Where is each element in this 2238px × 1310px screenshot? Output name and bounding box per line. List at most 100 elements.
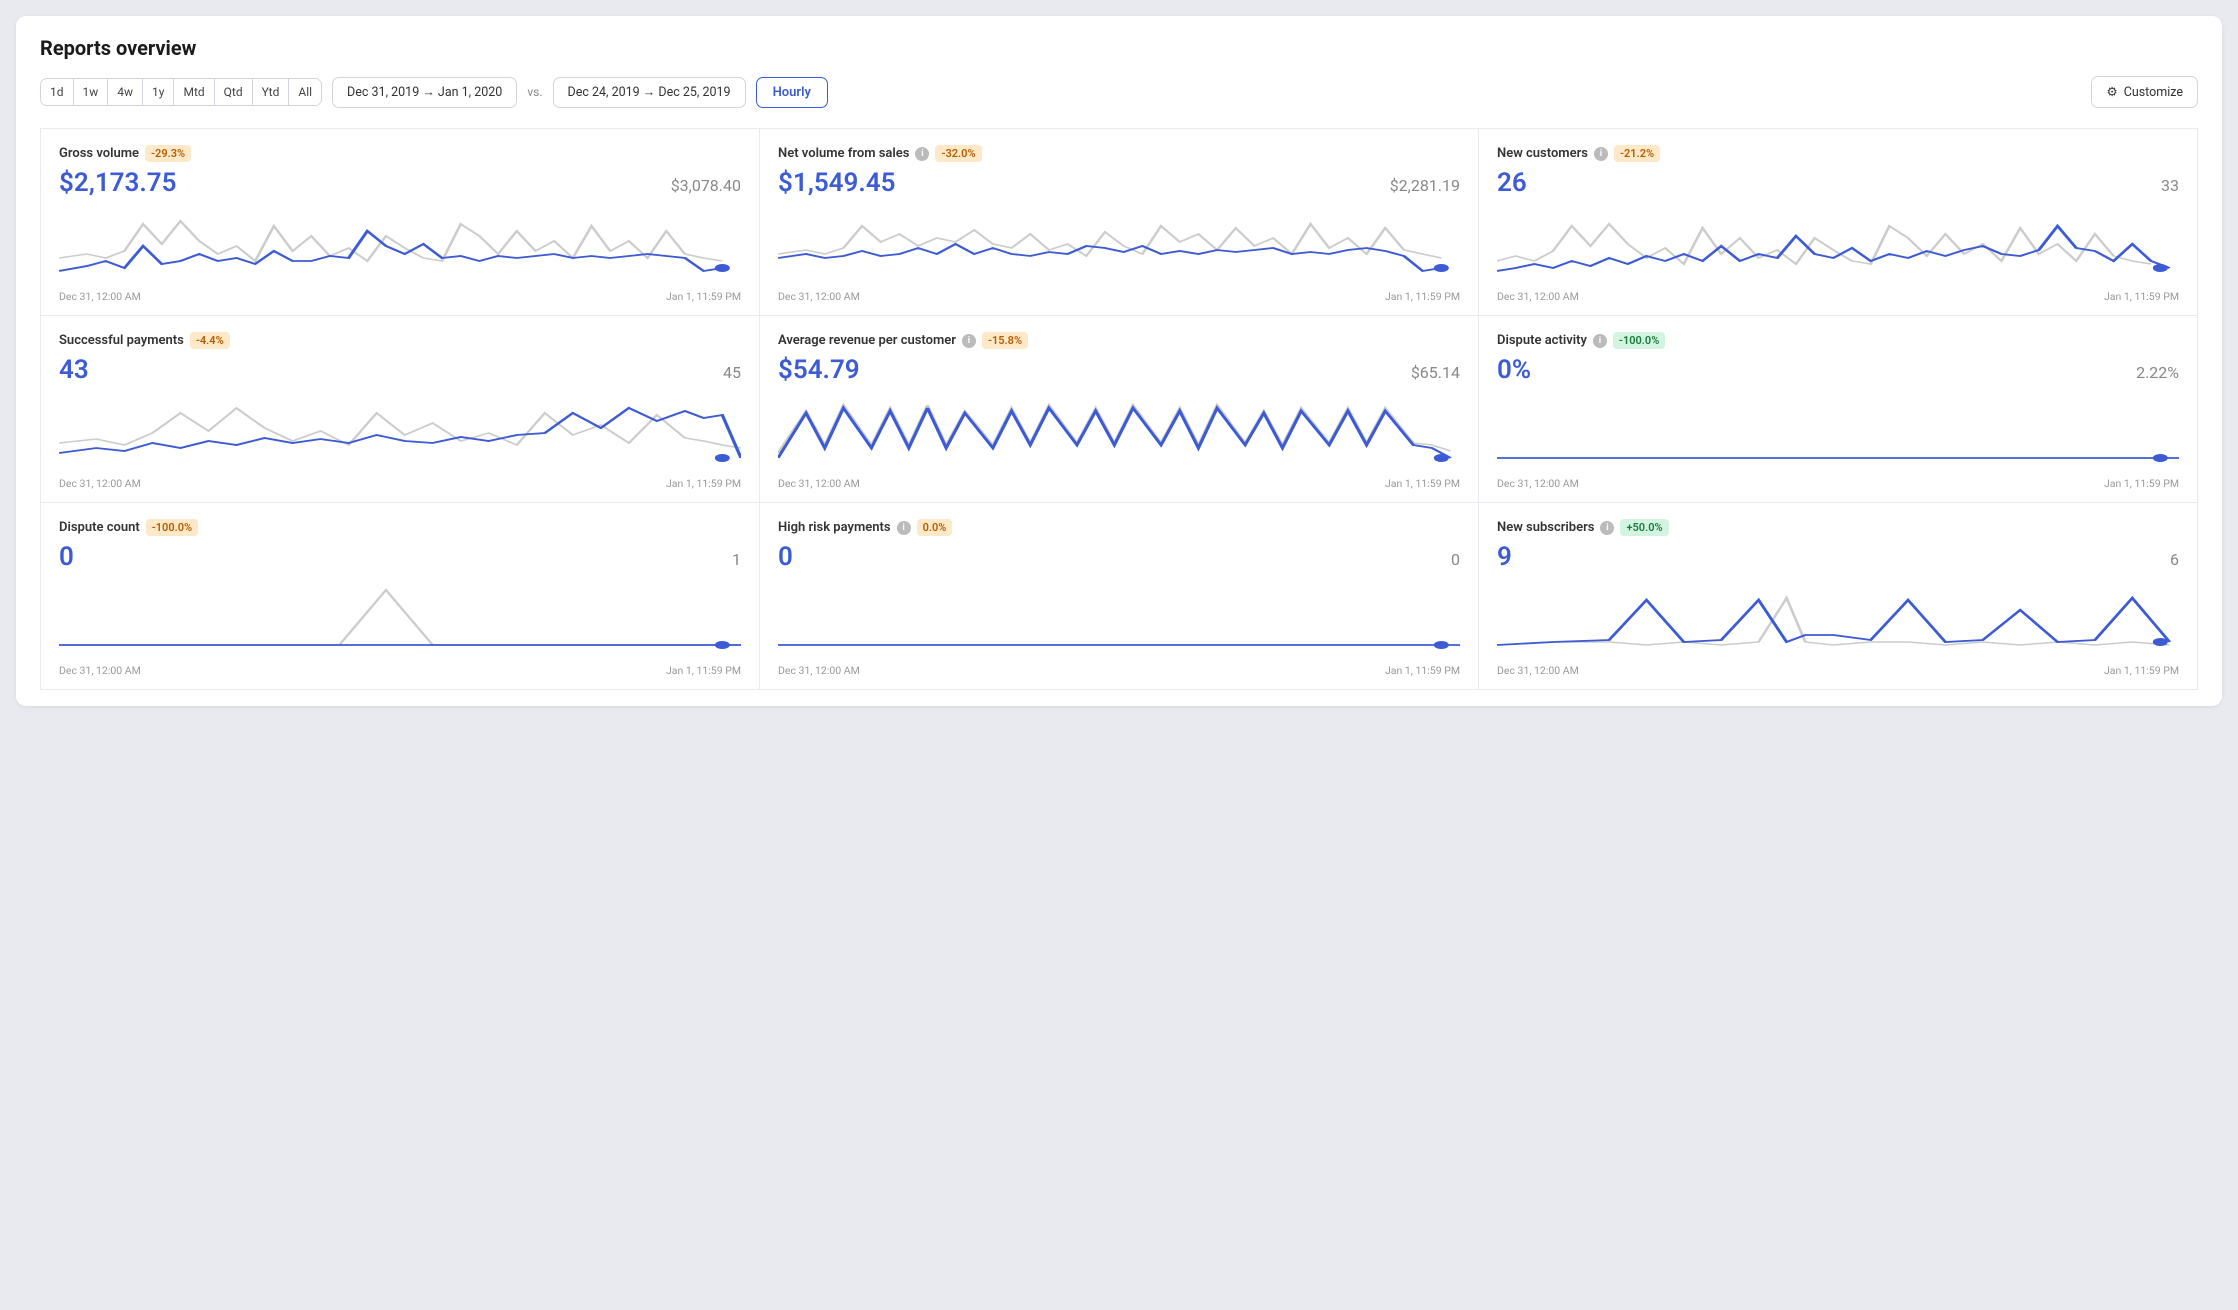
previous-value: 2.22%	[2136, 363, 2179, 382]
chart-date-start: Dec 31, 12:00 AM	[1497, 290, 1579, 303]
metric-title: Average revenue per customer	[778, 333, 956, 348]
reports-card: Reports overview 1d 1w 4w 1y Mtd Qtd Ytd…	[16, 16, 2222, 706]
period-btn-4w[interactable]: 4w	[108, 79, 143, 105]
values-row: 43 45	[59, 355, 741, 385]
chart-date-start: Dec 31, 12:00 AM	[778, 664, 860, 677]
period-btn-1y[interactable]: 1y	[143, 79, 174, 105]
current-value: $2,173.75	[59, 168, 176, 198]
chart-area	[1497, 393, 2179, 473]
metric-badge: +50.0%	[1620, 519, 1668, 536]
chart-date-end: Jan 1, 11:59 PM	[666, 477, 741, 490]
chart-svg	[1497, 206, 2179, 286]
chart-date-end: Jan 1, 11:59 PM	[1385, 477, 1460, 490]
current-value: $1,549.45	[778, 168, 895, 198]
metric-header: New customers i -21.2%	[1497, 145, 2179, 162]
chart-svg	[1497, 393, 2179, 473]
metric-badge: -4.4%	[190, 332, 230, 349]
period-btn-1d[interactable]: 1d	[41, 79, 74, 105]
period-btn-mtd[interactable]: Mtd	[174, 79, 214, 105]
metric-header: Gross volume -29.3%	[59, 145, 741, 162]
values-row: 0 0	[778, 542, 1460, 572]
chart-svg	[59, 580, 741, 660]
current-value: 0%	[1497, 355, 1531, 385]
info-icon: i	[897, 521, 911, 535]
metric-cell-3: Successful payments -4.4% 43 45 Dec 31, …	[41, 316, 760, 503]
metric-header: New subscribers i +50.0%	[1497, 519, 2179, 536]
hourly-button[interactable]: Hourly	[756, 77, 828, 108]
previous-value: $2,281.19	[1390, 176, 1460, 195]
previous-value: $3,078.40	[671, 176, 741, 195]
period-btn-all[interactable]: All	[289, 79, 321, 105]
metric-title: High risk payments	[778, 520, 891, 535]
previous-value: 0	[1451, 550, 1460, 569]
current-value: 9	[1497, 542, 1512, 572]
metric-cell-2: New customers i -21.2% 26 33 Dec 31, 12:…	[1479, 129, 2198, 316]
previous-value: 6	[2170, 550, 2179, 569]
chart-area	[1497, 206, 2179, 286]
gear-icon: ⚙	[2106, 84, 2117, 100]
chart-date-start: Dec 31, 12:00 AM	[1497, 477, 1579, 490]
chart-date-end: Jan 1, 11:59 PM	[666, 664, 741, 677]
metric-badge: -21.2%	[1614, 145, 1660, 162]
info-icon: i	[1600, 521, 1614, 535]
previous-value: $65.14	[1411, 363, 1460, 382]
chart-date-end: Jan 1, 11:59 PM	[2104, 664, 2179, 677]
metric-title: Gross volume	[59, 146, 139, 161]
chart-date-start: Dec 31, 12:00 AM	[59, 290, 141, 303]
chart-date-start: Dec 31, 12:00 AM	[1497, 664, 1579, 677]
chart-svg	[1497, 580, 2179, 660]
metric-header: Successful payments -4.4%	[59, 332, 741, 349]
chart-date-end: Jan 1, 11:59 PM	[1385, 290, 1460, 303]
chart-area	[59, 580, 741, 660]
metric-cell-0: Gross volume -29.3% $2,173.75 $3,078.40 …	[41, 129, 760, 316]
chart-date-end: Jan 1, 11:59 PM	[666, 290, 741, 303]
metric-header: High risk payments i 0.0%	[778, 519, 1460, 536]
info-icon: i	[962, 334, 976, 348]
metric-cell-8: New subscribers i +50.0% 9 6 Dec 31, 12:…	[1479, 503, 2198, 690]
date-range-compare[interactable]: Dec 24, 2019 → Dec 25, 2019	[553, 77, 746, 108]
metric-title: Successful payments	[59, 333, 184, 348]
period-button-group: 1d 1w 4w 1y Mtd Qtd Ytd All	[40, 78, 322, 106]
chart-date-start: Dec 31, 12:00 AM	[59, 477, 141, 490]
chart-date-start: Dec 31, 12:00 AM	[778, 477, 860, 490]
info-icon: i	[1593, 334, 1607, 348]
chart-dates: Dec 31, 12:00 AM Jan 1, 11:59 PM	[59, 664, 741, 677]
chart-area	[778, 206, 1460, 286]
chart-dates: Dec 31, 12:00 AM Jan 1, 11:59 PM	[59, 290, 741, 303]
current-value: 0	[778, 542, 793, 572]
values-row: 0% 2.22%	[1497, 355, 2179, 385]
values-row: $1,549.45 $2,281.19	[778, 168, 1460, 198]
customize-label: Customize	[2124, 85, 2183, 100]
previous-value: 1	[732, 550, 741, 569]
chart-svg	[778, 393, 1460, 473]
previous-value: 33	[2161, 176, 2179, 195]
chart-area	[59, 393, 741, 473]
chart-dates: Dec 31, 12:00 AM Jan 1, 11:59 PM	[1497, 477, 2179, 490]
chart-date-start: Dec 31, 12:00 AM	[59, 664, 141, 677]
chart-svg	[778, 206, 1460, 286]
chart-date-start: Dec 31, 12:00 AM	[778, 290, 860, 303]
metric-title: Net volume from sales	[778, 146, 909, 161]
metric-title: Dispute count	[59, 520, 140, 535]
metric-cell-1: Net volume from sales i -32.0% $1,549.45…	[760, 129, 1479, 316]
chart-dates: Dec 31, 12:00 AM Jan 1, 11:59 PM	[1497, 290, 2179, 303]
period-btn-1w[interactable]: 1w	[74, 79, 109, 105]
metric-title: New customers	[1497, 146, 1588, 161]
info-icon: i	[915, 147, 929, 161]
chart-date-end: Jan 1, 11:59 PM	[2104, 290, 2179, 303]
chart-area	[1497, 580, 2179, 660]
metric-badge: 0.0%	[917, 519, 953, 536]
period-btn-ytd[interactable]: Ytd	[253, 79, 290, 105]
metric-badge: -100.0%	[1613, 332, 1665, 349]
metric-badge: -29.3%	[145, 145, 191, 162]
chart-dates: Dec 31, 12:00 AM Jan 1, 11:59 PM	[59, 477, 741, 490]
chart-area	[778, 393, 1460, 473]
vs-label: vs.	[527, 85, 542, 99]
period-btn-qtd[interactable]: Qtd	[215, 79, 253, 105]
metric-badge: -32.0%	[935, 145, 981, 162]
date-range-primary[interactable]: Dec 31, 2019 → Jan 1, 2020	[332, 77, 517, 108]
toolbar: 1d 1w 4w 1y Mtd Qtd Ytd All Dec 31, 2019…	[40, 76, 2198, 108]
chart-dates: Dec 31, 12:00 AM Jan 1, 11:59 PM	[778, 290, 1460, 303]
values-row: 0 1	[59, 542, 741, 572]
customize-button[interactable]: ⚙ Customize	[2091, 76, 2198, 108]
